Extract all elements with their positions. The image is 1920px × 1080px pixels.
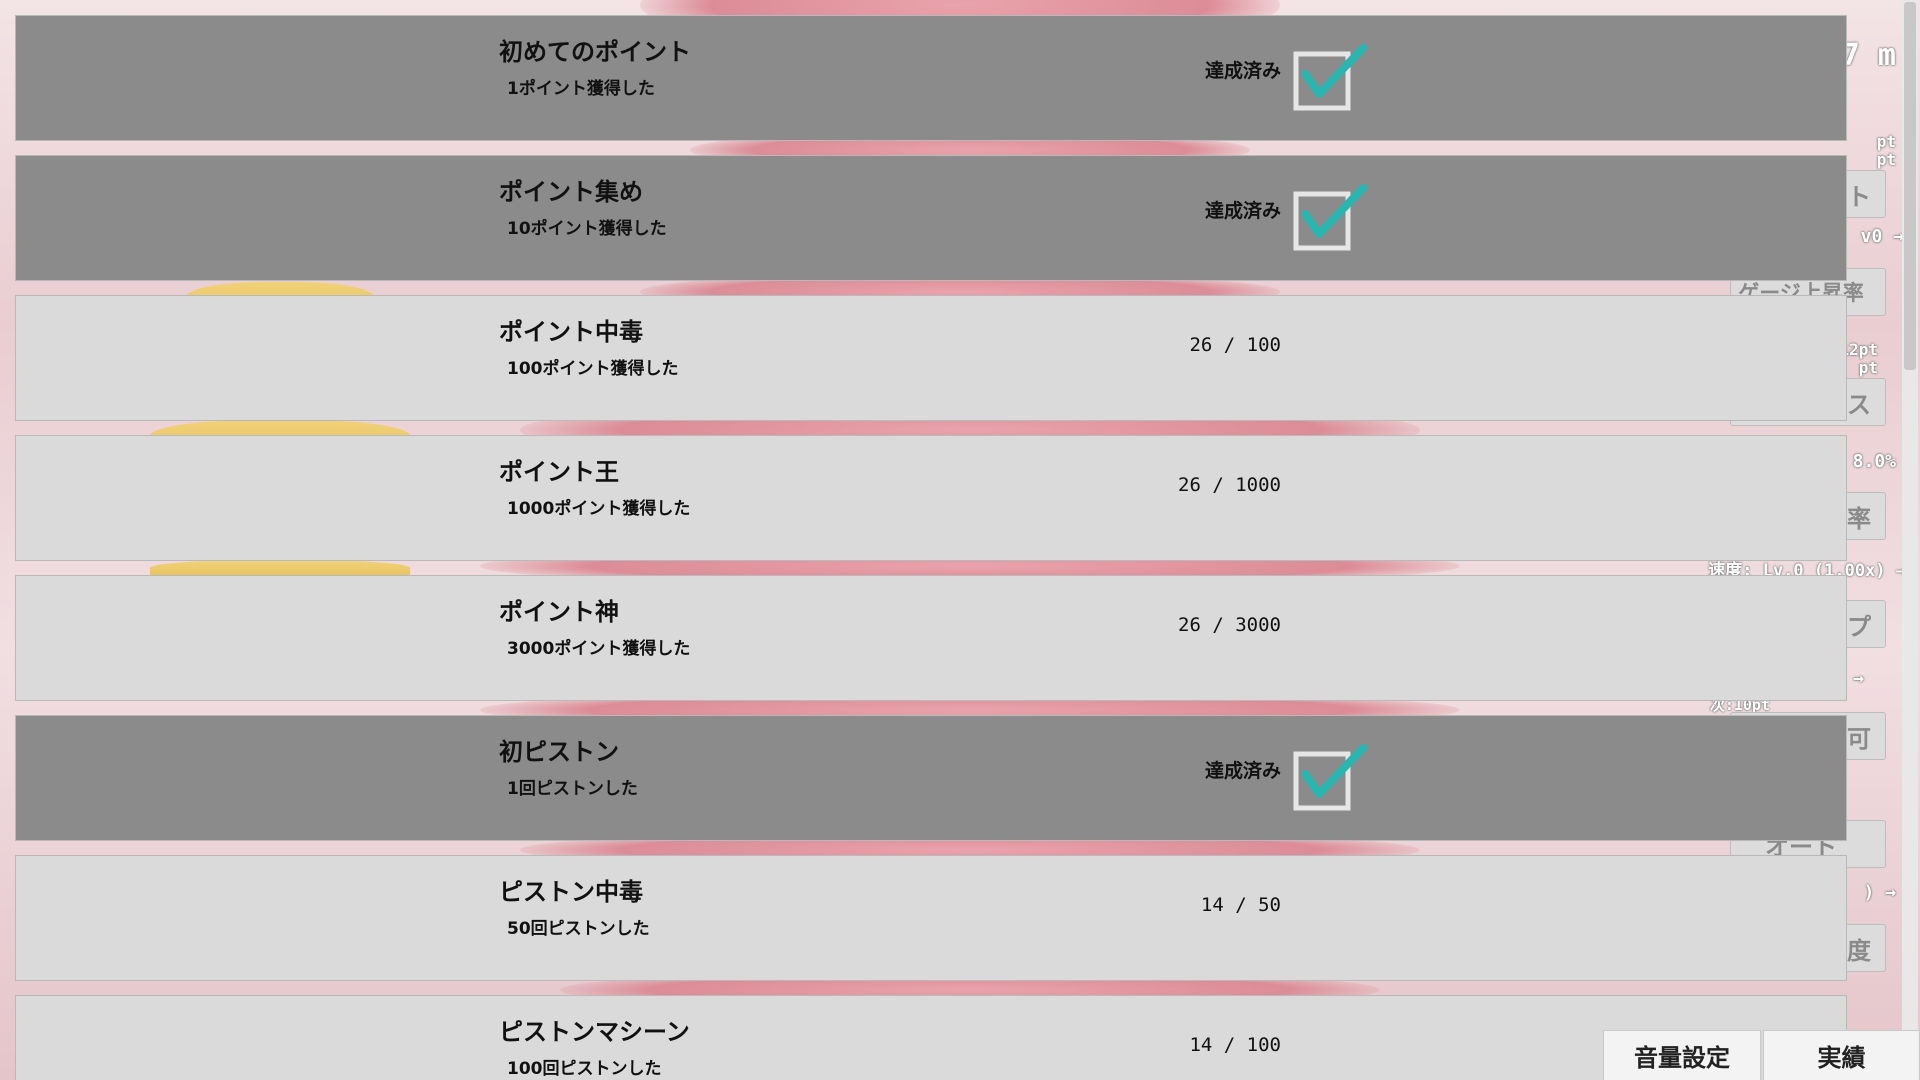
achievement-description: 100回ピストンした <box>507 1059 662 1079</box>
percent-readout: 8.0% <box>1852 451 1896 472</box>
achievement-title: 初めてのポイント <box>499 38 691 66</box>
achievement-description: 100ポイント獲得した <box>507 359 679 379</box>
side-arrow-2: ) → <box>1863 882 1896 903</box>
checkmark-icon <box>1293 44 1367 111</box>
achievement-description: 50回ピストンした <box>507 919 650 939</box>
achievement-progress: 14 / 100 <box>1189 1034 1281 1056</box>
volume-settings-button[interactable]: 音量設定 <box>1603 1030 1761 1080</box>
achievement-progress: 26 / 1000 <box>1178 474 1281 496</box>
game-screen: 17 m pt pt ト v0 → ゲージ上昇率 -12pt pt ース 8.0… <box>0 0 1920 1080</box>
points-readout-2: pt <box>1876 150 1896 169</box>
checkmark-icon <box>1293 184 1367 251</box>
achievement-progress: 26 / 100 <box>1189 334 1281 356</box>
achievement-title: ポイント集め <box>499 178 643 206</box>
achievement-progress: 26 / 3000 <box>1178 614 1281 636</box>
achievement-description: 10ポイント獲得した <box>507 219 667 239</box>
achievement-description: 1回ピストンした <box>507 779 638 799</box>
achievement-title: ポイント王 <box>499 458 619 486</box>
achievement-progress: 14 / 50 <box>1200 894 1281 916</box>
level-readout: v0 → <box>1860 226 1904 247</box>
achievement-row: ポイント集め 10ポイント獲得した 達成済み <box>15 155 1847 281</box>
achievements-button[interactable]: 実績 <box>1763 1030 1920 1080</box>
achievement-row: 初めてのポイント 1ポイント獲得した 達成済み <box>15 15 1847 141</box>
achievement-title: ピストン中毒 <box>499 878 643 906</box>
points-readout: pt <box>1876 132 1896 151</box>
achievement-row: ポイント神 3000ポイント獲得した 26 / 3000 <box>15 575 1847 701</box>
achievement-title: ピストンマシーン <box>499 1018 690 1046</box>
achievement-description: 1000ポイント獲得した <box>507 499 691 519</box>
achievement-description: 1ポイント獲得した <box>507 79 655 99</box>
side-arrow: → <box>1853 668 1864 689</box>
achievement-title: ポイント神 <box>499 598 619 626</box>
achievement-title: 初ピストン <box>499 738 619 766</box>
achievement-row: ピストンマシーン 100回ピストンした 14 / 100 <box>15 995 1847 1080</box>
achievement-row: 初ピストン 1回ピストンした 達成済み <box>15 715 1847 841</box>
points-cost-readout-2: pt <box>1858 358 1878 377</box>
achievement-status: 達成済み <box>1204 760 1281 782</box>
scrollbar-thumb[interactable] <box>1904 2 1916 370</box>
achievement-row: ポイント中毒 100ポイント獲得した 26 / 100 <box>15 295 1847 421</box>
achievement-list: 初めてのポイント 1ポイント獲得した 達成済み ポイント集め 10ポイント獲得した 達成済… <box>15 15 1847 1080</box>
achievement-row: ピストン中毒 50回ピストンした 14 / 50 <box>15 855 1847 981</box>
achievement-status: 達成済み <box>1204 200 1281 222</box>
achievement-description: 3000ポイント獲得した <box>507 639 691 659</box>
checkmark-icon <box>1293 744 1367 811</box>
achievement-row: ポイント王 1000ポイント獲得した 26 / 1000 <box>15 435 1847 561</box>
achievement-title: ポイント中毒 <box>499 318 643 346</box>
achievement-status: 達成済み <box>1204 60 1281 82</box>
